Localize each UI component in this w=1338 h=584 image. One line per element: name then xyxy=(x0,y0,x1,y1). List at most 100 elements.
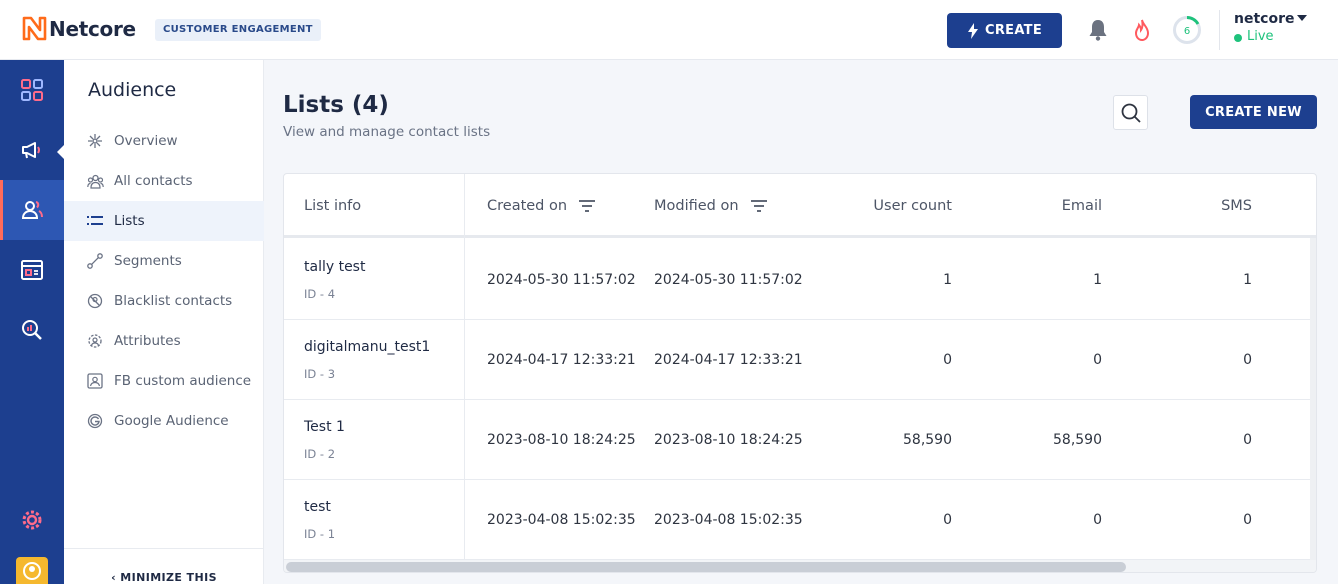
column-header-sms: SMS xyxy=(1221,198,1252,214)
email-count-cell: 0 xyxy=(1093,512,1102,528)
bell-icon[interactable] xyxy=(1086,18,1110,42)
chevron-down-icon[interactable] xyxy=(1297,15,1307,21)
sms-count-cell: 0 xyxy=(1243,432,1252,448)
subnav-item-google-audience[interactable]: Google Audience xyxy=(64,401,264,441)
google-icon xyxy=(86,412,104,430)
subnav-item-blacklist[interactable]: Blacklist contacts xyxy=(64,281,264,321)
list-id: ID - 4 xyxy=(304,287,336,301)
email-count-cell: 1 xyxy=(1093,272,1102,288)
user-count-cell: 58,590 xyxy=(903,432,952,448)
modified-on-cell: 2023-08-10 18:24:25 xyxy=(654,432,803,448)
audience-subnav: Audience Overview All contacts Lists Seg… xyxy=(64,60,264,584)
table-row[interactable]: tally test ID - 4 2024-05-30 11:57:02 20… xyxy=(284,240,1314,320)
list-id: ID - 1 xyxy=(304,527,336,541)
table-header: List info Created on Modified on User co… xyxy=(284,174,1316,238)
subnav-item-lists[interactable]: Lists xyxy=(64,201,264,241)
create-button[interactable]: CREATE xyxy=(947,13,1062,48)
vertical-scrollbar[interactable] xyxy=(1310,238,1316,572)
subnav-item-fb-audience[interactable]: FB custom audience xyxy=(64,361,264,401)
user-count-cell: 1 xyxy=(943,272,952,288)
header-divider xyxy=(1219,10,1220,50)
user-count-cell: 0 xyxy=(943,352,952,368)
minimize-sidebar-button[interactable]: ‹ MINIMIZE THIS xyxy=(64,548,264,584)
nav-audience[interactable] xyxy=(0,180,64,240)
megaphone-icon xyxy=(22,142,40,159)
nav-settings[interactable] xyxy=(0,490,64,550)
flame-icon[interactable] xyxy=(1132,18,1152,42)
profile-icon xyxy=(16,557,48,584)
overview-icon xyxy=(86,132,104,150)
list-icon xyxy=(86,212,104,230)
chevron-left-icon: ‹ xyxy=(111,571,121,584)
minimize-label: MINIMIZE THIS xyxy=(120,571,217,584)
search-icon xyxy=(1121,103,1141,123)
table-row[interactable]: test ID - 1 2023-04-08 15:02:35 2023-04-… xyxy=(284,480,1314,560)
column-header-user-count: User count xyxy=(873,198,952,214)
nav-content[interactable] xyxy=(0,240,64,300)
contacts-icon xyxy=(86,172,104,190)
nav-dashboard[interactable] xyxy=(0,60,64,120)
page-subtitle: View and manage contact lists xyxy=(283,124,491,140)
sms-count-cell: 0 xyxy=(1243,352,1252,368)
column-header-list-info: List info xyxy=(304,198,362,214)
column-header-created-on[interactable]: Created on xyxy=(487,174,596,238)
column-header-email: Email xyxy=(1061,198,1102,214)
subnav-item-label: Overview xyxy=(114,133,178,149)
logo-text: Netcore xyxy=(49,16,136,41)
filter-icon[interactable] xyxy=(579,200,596,212)
user-count-cell: 0 xyxy=(943,512,952,528)
list-name[interactable]: tally test xyxy=(304,259,365,275)
column-header-modified-on[interactable]: Modified on xyxy=(654,174,767,238)
lists-table: List info Created on Modified on User co… xyxy=(283,173,1317,573)
created-on-cell: 2023-08-10 18:24:25 xyxy=(487,432,636,448)
account-name[interactable]: netcore xyxy=(1234,11,1294,27)
primary-nav-rail xyxy=(0,60,64,584)
analytics-icon xyxy=(22,320,42,340)
live-status-dot-icon xyxy=(1234,34,1242,42)
list-name[interactable]: Test 1 xyxy=(304,419,345,435)
subnav-item-attributes[interactable]: Attributes xyxy=(64,321,264,361)
list-id: ID - 2 xyxy=(304,447,336,461)
product-badge: CUSTOMER ENGAGEMENT xyxy=(155,19,321,41)
created-on-cell: 2024-04-17 12:33:21 xyxy=(487,352,636,368)
settings-icon xyxy=(22,510,42,530)
column-header-label: Modified on xyxy=(654,198,739,214)
sms-count-cell: 0 xyxy=(1243,512,1252,528)
netcore-logo[interactable]: Netcore xyxy=(22,16,136,41)
subnav-item-label: Attributes xyxy=(114,333,181,349)
modified-on-cell: 2024-04-17 12:33:21 xyxy=(654,352,803,368)
sms-count-cell: 1 xyxy=(1243,272,1252,288)
create-button-label: CREATE xyxy=(984,23,1043,38)
subnav-item-overview[interactable]: Overview xyxy=(64,121,264,161)
subnav-title: Audience xyxy=(88,79,177,101)
modified-on-cell: 2024-05-30 11:57:02 xyxy=(654,272,803,288)
email-count-cell: 58,590 xyxy=(1053,432,1102,448)
nav-campaigns[interactable] xyxy=(0,120,64,180)
progress-ring-count: 6 xyxy=(1184,26,1190,37)
filter-icon[interactable] xyxy=(750,200,767,212)
table-row[interactable]: Test 1 ID - 2 2023-08-10 18:24:25 2023-0… xyxy=(284,400,1314,480)
nav-analytics[interactable] xyxy=(0,300,64,360)
horizontal-scrollbar-thumb[interactable] xyxy=(286,562,1126,572)
subnav-item-label: FB custom audience xyxy=(114,373,252,389)
nav-profile[interactable] xyxy=(0,554,64,584)
progress-ring-icon[interactable]: 6 xyxy=(1172,15,1202,45)
subnav-item-label: All contacts xyxy=(114,173,193,189)
attributes-icon xyxy=(86,332,104,350)
create-new-list-button[interactable]: CREATE NEW xyxy=(1190,95,1317,129)
subnav-item-label: Lists xyxy=(114,213,145,229)
table-row[interactable]: digitalmanu_test1 ID - 3 2024-04-17 12:3… xyxy=(284,320,1314,400)
list-id: ID - 3 xyxy=(304,367,336,381)
blacklist-icon xyxy=(86,292,104,310)
search-button[interactable] xyxy=(1113,95,1148,130)
top-bar: Netcore CUSTOMER ENGAGEMENT CREATE 6 net… xyxy=(0,0,1338,60)
subnav-item-segments[interactable]: Segments xyxy=(64,241,264,281)
netcore-logo-icon xyxy=(22,16,47,41)
dashboard-icon xyxy=(21,79,43,101)
segments-icon xyxy=(86,252,104,270)
subnav-item-all-contacts[interactable]: All contacts xyxy=(64,161,264,201)
live-status-label: Live xyxy=(1247,29,1274,44)
list-name[interactable]: test xyxy=(304,499,331,515)
list-name[interactable]: digitalmanu_test1 xyxy=(304,339,430,355)
lightning-icon xyxy=(967,22,978,39)
